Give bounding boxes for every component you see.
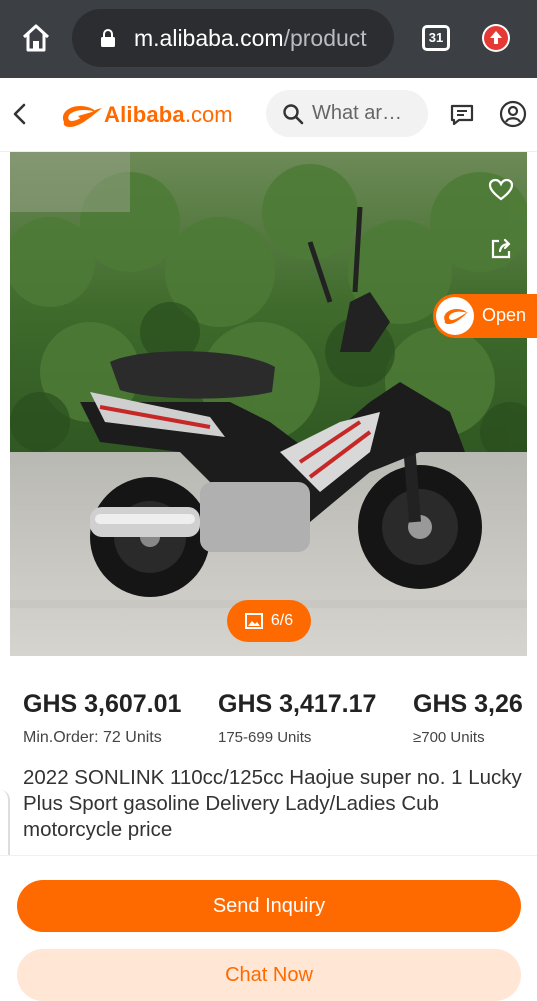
url-host: m.alibaba.com (134, 25, 284, 51)
image-icon (244, 613, 263, 629)
message-icon[interactable] (449, 103, 475, 127)
logo-word: Alibaba (104, 102, 185, 127)
tabs-icon[interactable]: 31 (422, 25, 450, 51)
user-icon[interactable] (499, 100, 527, 128)
price-tiers: GHS 3,607.01 Min.Order: 72 Units GHS 3,4… (0, 690, 537, 760)
action-bar: Send Inquiry Chat Now (0, 855, 537, 1001)
price-value: GHS 3,607.01 (23, 690, 182, 718)
price-tier: GHS 3,26 ≥700 Units (413, 690, 523, 746)
open-app-label: Open (482, 305, 527, 325)
price-value: GHS 3,417.17 (218, 690, 377, 718)
share-icon[interactable] (490, 238, 512, 260)
search-input[interactable]: What ar… (266, 90, 428, 137)
product-title: 2022 SONLINK 110cc/125cc Haojue super no… (23, 766, 522, 841)
search-placeholder: What ar… (312, 102, 403, 124)
back-icon[interactable] (10, 102, 30, 126)
alibaba-app-icon (436, 297, 474, 335)
image-counter-label: 6/6 (270, 612, 294, 629)
site-header: Alibaba .com What ar… (0, 78, 537, 152)
price-units: Min.Order: 72 Units (23, 729, 162, 746)
search-icon (283, 104, 304, 125)
price-value: GHS 3,26 (413, 690, 523, 718)
url-path: /product (283, 25, 367, 51)
address-bar[interactable]: m.alibaba.com/product (72, 9, 394, 67)
product-image[interactable]: 6/6 (10, 152, 527, 656)
alibaba-logo-mark (62, 106, 102, 127)
send-inquiry-button[interactable]: Send Inquiry (17, 880, 521, 932)
logo-suffix: .com (184, 102, 233, 127)
update-icon[interactable] (482, 24, 510, 52)
price-units: 175-699 Units (218, 729, 312, 746)
browser-toolbar: m.alibaba.com/product 31 (0, 0, 537, 78)
url-text: m.alibaba.com/product (134, 25, 384, 52)
heart-icon[interactable] (488, 178, 514, 202)
price-units: ≥700 Units (413, 729, 485, 746)
open-app-button[interactable]: Open (433, 294, 537, 338)
price-tier: GHS 3,417.17 175-699 Units (218, 690, 376, 746)
motorcycle-photo (10, 152, 527, 656)
lock-icon (101, 29, 115, 47)
home-icon[interactable] (20, 22, 52, 54)
image-counter[interactable]: 6/6 (227, 600, 311, 642)
chat-now-button[interactable]: Chat Now (17, 949, 521, 1001)
alibaba-logo[interactable]: Alibaba .com (58, 100, 233, 130)
price-tier: GHS 3,607.01 Min.Order: 72 Units (23, 690, 181, 747)
